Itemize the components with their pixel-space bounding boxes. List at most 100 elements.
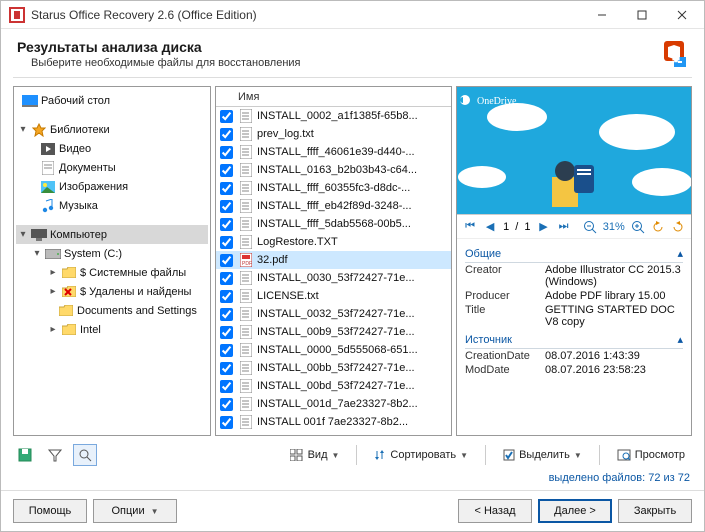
tree-desktop[interactable]: Рабочий стол	[16, 91, 208, 110]
collapse-icon[interactable]: ▴	[677, 333, 683, 346]
file-checkbox[interactable]	[220, 416, 233, 429]
tree-sysfiles[interactable]: ▸ $ Системные файлы	[16, 263, 208, 282]
file-row[interactable]: INSTALL_0032_53f72427-71e...	[216, 305, 451, 323]
cancel-button[interactable]: Закрыть	[618, 499, 692, 523]
column-name[interactable]: Имя	[216, 87, 451, 107]
text-file-icon	[238, 144, 254, 160]
text-file-icon	[238, 378, 254, 394]
file-row[interactable]: INSTALL_00bd_53f72427-71e...	[216, 377, 451, 395]
text-file-icon	[238, 216, 254, 232]
file-checkbox[interactable]	[220, 344, 233, 357]
last-page-button[interactable]: ⏭	[557, 219, 571, 235]
tree-docs-settings[interactable]: Documents and Settings	[16, 301, 208, 320]
file-row[interactable]: INSTALL_ffff_60355fc3-d8dc-...	[216, 179, 451, 197]
chevron-down-icon[interactable]: ▾	[32, 248, 42, 259]
file-checkbox[interactable]	[220, 182, 233, 195]
back-button[interactable]: < Назад	[458, 499, 532, 523]
text-file-icon	[238, 234, 254, 250]
file-row[interactable]: LICENSE.txt	[216, 287, 451, 305]
file-name: INSTALL_0030_53f72427-71e...	[257, 272, 415, 284]
chevron-right-icon[interactable]: ▸	[48, 324, 58, 335]
chevron-down-icon[interactable]: ▾	[18, 229, 28, 240]
first-page-button[interactable]: ⏮	[463, 219, 477, 235]
file-name: INSTALL_0000_5d555068-651...	[257, 344, 418, 356]
file-row[interactable]: INSTALL_0002_a1f1385f-65b8...	[216, 107, 451, 125]
file-checkbox[interactable]	[220, 110, 233, 123]
rotate-left-button[interactable]	[651, 219, 665, 235]
file-checkbox[interactable]	[220, 146, 233, 159]
zoom-in-button[interactable]	[631, 219, 645, 235]
maximize-button[interactable]	[622, 1, 662, 29]
file-row[interactable]: INSTALL_ffff_46061e39-d440-...	[216, 143, 451, 161]
tree-libraries[interactable]: ▾ Библиотеки	[16, 120, 208, 139]
file-row[interactable]: INSTALL_0163_b2b03b43-c64...	[216, 161, 451, 179]
property-key: CreationDate	[465, 350, 537, 362]
file-list[interactable]: Имя INSTALL_0002_a1f1385f-65b8...prev_lo…	[215, 86, 452, 436]
chevron-right-icon[interactable]: ▸	[48, 267, 58, 278]
file-name: INSTALL_00bd_53f72427-71e...	[257, 380, 415, 392]
save-button[interactable]	[13, 444, 37, 466]
property-value: Adobe Illustrator CC 2015.3 (Windows)	[545, 264, 683, 288]
rotate-right-button[interactable]	[671, 219, 685, 235]
file-checkbox[interactable]	[220, 380, 233, 393]
main-area: Рабочий стол ▾ Библиотеки Видео Документ…	[1, 78, 704, 440]
help-button[interactable]: Помощь	[13, 499, 87, 523]
view-dropdown[interactable]: Вид▼	[283, 444, 347, 466]
options-button[interactable]: Опции▼	[93, 499, 177, 523]
group-general[interactable]: Общие▴	[465, 243, 683, 263]
file-checkbox[interactable]	[220, 398, 233, 411]
next-page-button[interactable]: ▶	[536, 219, 550, 235]
minimize-button[interactable]	[582, 1, 622, 29]
filter-button[interactable]	[43, 444, 67, 466]
file-row[interactable]: INSTALL_00bb_53f72427-71e...	[216, 359, 451, 377]
file-checkbox[interactable]	[220, 290, 233, 303]
property-key: Producer	[465, 290, 537, 302]
tree-images[interactable]: Изображения	[16, 177, 208, 196]
file-row[interactable]: INSTALL_0030_53f72427-71e...	[216, 269, 451, 287]
tree-deleted[interactable]: ▸ $ Удалены и найдены	[16, 282, 208, 301]
file-row[interactable]: INSTALL_001d_7ae23327-8b2...	[216, 395, 451, 413]
page-subtitle: Выберите необходимые файлы для восстанов…	[17, 57, 660, 69]
group-source[interactable]: Источник▴	[465, 329, 683, 349]
file-checkbox[interactable]	[220, 236, 233, 249]
chevron-right-icon[interactable]: ▸	[48, 286, 58, 297]
chevron-down-icon[interactable]: ▾	[18, 124, 28, 135]
computer-icon	[31, 227, 47, 243]
tree-system-c[interactable]: ▾ System (C:)	[16, 244, 208, 263]
file-checkbox[interactable]	[220, 200, 233, 213]
file-checkbox[interactable]	[220, 308, 233, 321]
tree-documents[interactable]: Документы	[16, 158, 208, 177]
image-icon	[40, 179, 56, 195]
sort-dropdown[interactable]: Сортировать▼	[367, 444, 475, 466]
file-checkbox[interactable]	[220, 272, 233, 285]
file-row[interactable]: prev_log.txt	[216, 125, 451, 143]
file-checkbox[interactable]	[220, 254, 233, 267]
page-title: Результаты анализа диска	[17, 39, 660, 55]
zoom-out-button[interactable]	[583, 219, 597, 235]
search-button[interactable]	[73, 444, 97, 466]
file-row[interactable]: PDF32.pdf	[216, 251, 451, 269]
close-button[interactable]	[662, 1, 702, 29]
tree-music[interactable]: Музыка	[16, 196, 208, 215]
prev-page-button[interactable]: ◀	[483, 219, 497, 235]
tree-intel[interactable]: ▸ Intel	[16, 320, 208, 339]
file-row[interactable]: INSTALL_ffff_5dab5568-00b5...	[216, 215, 451, 233]
preview-button[interactable]: Просмотр	[610, 444, 692, 466]
file-row[interactable]: INSTALL_00b9_53f72427-71e...	[216, 323, 451, 341]
folder-tree[interactable]: Рабочий стол ▾ Библиотеки Видео Документ…	[13, 86, 211, 436]
collapse-icon[interactable]: ▴	[677, 247, 683, 260]
property-value: 08.07.2016 23:58:23	[545, 364, 683, 376]
file-row[interactable]: INSTALL_0000_5d555068-651...	[216, 341, 451, 359]
file-checkbox[interactable]	[220, 326, 233, 339]
file-checkbox[interactable]	[220, 128, 233, 141]
tree-computer[interactable]: ▾ Компьютер	[16, 225, 208, 244]
file-checkbox[interactable]	[220, 218, 233, 231]
file-row[interactable]: INSTALL 001f 7ae23327-8b2...	[216, 413, 451, 431]
next-button[interactable]: Далее >	[538, 499, 612, 523]
file-row[interactable]: LogRestore.TXT	[216, 233, 451, 251]
tree-video[interactable]: Видео	[16, 139, 208, 158]
select-dropdown[interactable]: Выделить▼	[496, 444, 589, 466]
file-row[interactable]: INSTALL_ffff_eb42f89d-3248-...	[216, 197, 451, 215]
file-checkbox[interactable]	[220, 362, 233, 375]
file-checkbox[interactable]	[220, 164, 233, 177]
